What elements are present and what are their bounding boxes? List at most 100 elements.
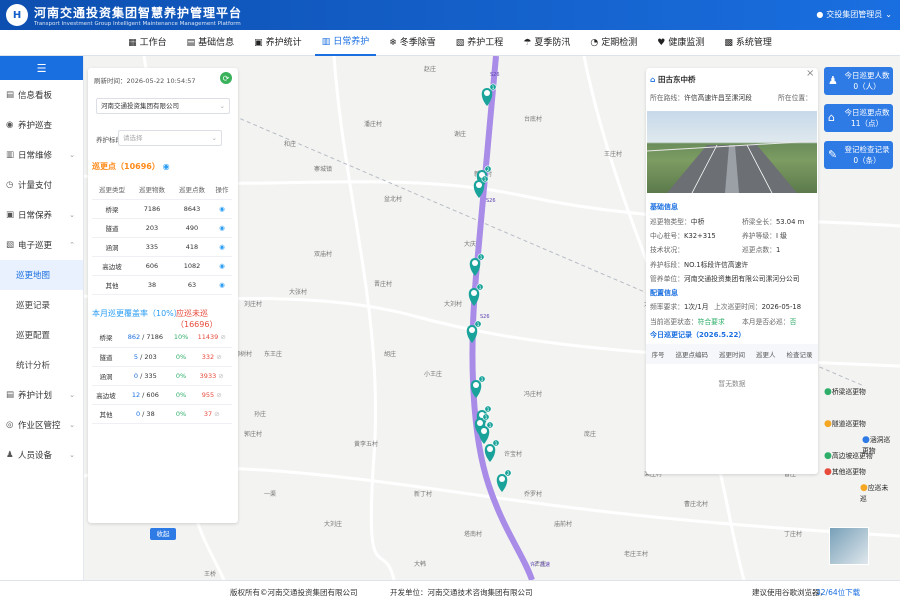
sidebar-item-label: 计量支付 [18,181,53,191]
sidebar-item-label: 养护计划 [18,391,53,401]
map-place-label: 王桥 [204,570,216,578]
eye-icon[interactable]: ◉ [219,281,225,289]
sidebar-icon: ▥ [6,150,15,160]
section-select[interactable]: 请选择 ⌄ [118,130,222,146]
nav-item-6[interactable]: ☂ 夏季防汛 [516,30,577,56]
coverage-table: 桥梁 862 / 7186 10% 11439 ⊘ 隧道 5 / 203 0% 332 ⊘ 涵洞… [92,328,232,424]
eye-icon[interactable]: ◉ [163,162,170,171]
svg-text:1: 1 [487,407,490,413]
due-title: 应巡未巡（16696） [176,309,218,329]
nav-item-4[interactable]: ❄ 冬季除雪 [382,30,443,56]
footer: 版权所有©河南交通投资集团有限公司 开发单位：河南交通技术咨询集团有限公司 建议… [0,580,900,600]
collapse-button[interactable]: 收起 [150,528,176,540]
sidebar-icon: ▤ [6,390,15,400]
table-row: 其他 0 / 38 0% 37 ⊘ [92,404,232,424]
svg-text:1: 1 [495,441,498,447]
record-header: 巡更时间 [719,351,745,359]
company-select[interactable]: 河南交通投资集团有限公司 ⌄ [96,98,230,114]
svg-text:2: 2 [507,471,510,477]
chevron-icon: ⌄ [69,451,75,459]
cell-progress: 862 / 7186 [120,328,171,348]
map-place-label: 胡庄 [384,350,396,358]
nav-icon: ☂ [523,37,532,48]
eye-icon[interactable]: ◉ [219,262,225,270]
map-place-label: 赵庄 [424,65,436,73]
close-icon[interactable]: × [806,68,814,79]
nav-item-5[interactable]: ▧ 养护工程 [449,30,511,56]
nav-item-1[interactable]: ▤ 基础信息 [180,30,242,56]
map-place-label: 新丁村 [414,490,432,498]
nav-icon: ❄ [389,37,397,48]
sidebar-item[interactable]: ▥ 日常维修 ⌄ [0,140,83,170]
table-row: 其他 38 63 ◉ [92,275,232,295]
detail-title: ⌂ 田古东中桥 [650,75,696,84]
download-link[interactable]: 32/64位下载 [816,587,860,598]
record-header: 巡更点编码 [675,351,709,359]
nav-icon: ▧ [455,37,465,48]
config-info-title: 配置信息 [650,289,678,297]
eye-off-icon[interactable]: ⊘ [220,333,225,341]
sidebar-item[interactable]: ▤ 信息看板 [0,80,83,110]
nav-label: 养护工程 [467,37,504,48]
sidebar-subitem[interactable]: 巡更配置 [0,320,83,350]
sidebar-item[interactable]: ♟ 人员设备 ⌄ [0,440,83,470]
eye-off-icon[interactable]: ⊘ [214,410,219,418]
nav-icon: ▥ [321,36,331,47]
cell-due: 3933 ⊘ [191,366,232,386]
nav-item-7[interactable]: ◔ 定期检测 [583,30,644,56]
quick-label: 今日巡更人数 [844,71,890,80]
refresh-time: 刷新时间：2026-05-22 10:54:57 [94,77,196,85]
record-header: 巡更人 [756,351,776,359]
eye-icon[interactable]: ◉ [219,243,225,251]
table-row: 涵洞 0 / 335 0% 3933 ⊘ [92,366,232,386]
eye-off-icon[interactable]: ⊘ [216,353,221,361]
cell-due: 955 ⊘ [191,385,232,405]
legend-marker-icon: ● [824,467,832,477]
eye-off-icon[interactable]: ⊘ [216,391,221,399]
refresh-button[interactable]: ⟳ [220,72,232,84]
eye-icon[interactable]: ◉ [219,224,225,232]
map-place-label: 塔南村 [464,530,482,538]
quick-icon: ⌂ [828,111,835,124]
quick-icon: ✎ [828,148,838,161]
map-place-label: 台底村 [524,115,542,123]
cell-due: 11439 ⊘ [191,328,232,348]
sidebar-item[interactable]: ▤ 养护计划 ⌄ [0,380,83,410]
sidebar-item[interactable]: ◎ 作业区管控 ⌄ [0,410,83,440]
cell-due: 37 ⊘ [191,404,232,424]
sidebar-toggle-button[interactable]: ☰ [0,56,83,80]
highway-tag: S26 [480,314,490,320]
cell-progress: 12 / 606 [120,385,171,405]
cell-rate: 0% [170,366,192,386]
patrol-marker[interactable]: 2 [496,469,512,492]
copyright: 版权所有©河南交通投资集团有限公司 [230,588,358,597]
eye-off-icon[interactable]: ⊘ [218,372,223,380]
developer: 开发单位：河南交通技术咨询集团有限公司 [390,588,533,597]
table-row: 隧道 203 490 ◉ [92,218,232,238]
last-row: 上次巡更时间：2026-05-18 [714,303,802,311]
sidebar-subitem[interactable]: 巡更记录 [0,290,83,320]
quick-stat-button[interactable]: ✎ 登记检查记录 0（条） [824,141,893,169]
nav-item-3[interactable]: ▥ 日常养护 [314,30,377,56]
sidebar-item[interactable]: ◷ 计量支付 [0,170,83,200]
legend-label: 高边坡巡更物 [831,452,873,460]
nav-item-9[interactable]: ▩ 系统管理 [717,30,779,56]
sidebar-item[interactable]: ◉ 养护巡查 [0,110,83,140]
street-view-thumbnail[interactable] [829,527,869,565]
chevron-down-icon: ⌄ [219,102,225,110]
patrol-marker[interactable]: 1 [484,439,500,462]
sidebar-item[interactable]: ▧ 电子巡更 ⌃ [0,230,83,260]
sidebar-subitem[interactable]: 巡更地图 [0,260,83,290]
nav-item-2[interactable]: ▣ 养护统计 [247,30,309,56]
map-place-label: 小王庄 [424,370,442,378]
nav-item-0[interactable]: ▦ 工作台 [121,30,174,56]
user-menu[interactable]: ● 交投集团管理员 ⌄ [816,9,892,20]
bridge-photo[interactable] [647,111,817,193]
sidebar-item[interactable]: ▣ 日常保养 ⌄ [0,200,83,230]
nav-label: 冬季除雪 [399,37,436,48]
quick-stat-button[interactable]: ♟ 今日巡更人数 0（人） [824,67,893,95]
eye-icon[interactable]: ◉ [219,205,225,213]
nav-item-8[interactable]: ♥ 健康监测 [650,30,711,56]
quick-stat-button[interactable]: ⌂ 今日巡更点数 11（点） [824,104,893,132]
sidebar-subitem[interactable]: 统计分析 [0,350,83,380]
